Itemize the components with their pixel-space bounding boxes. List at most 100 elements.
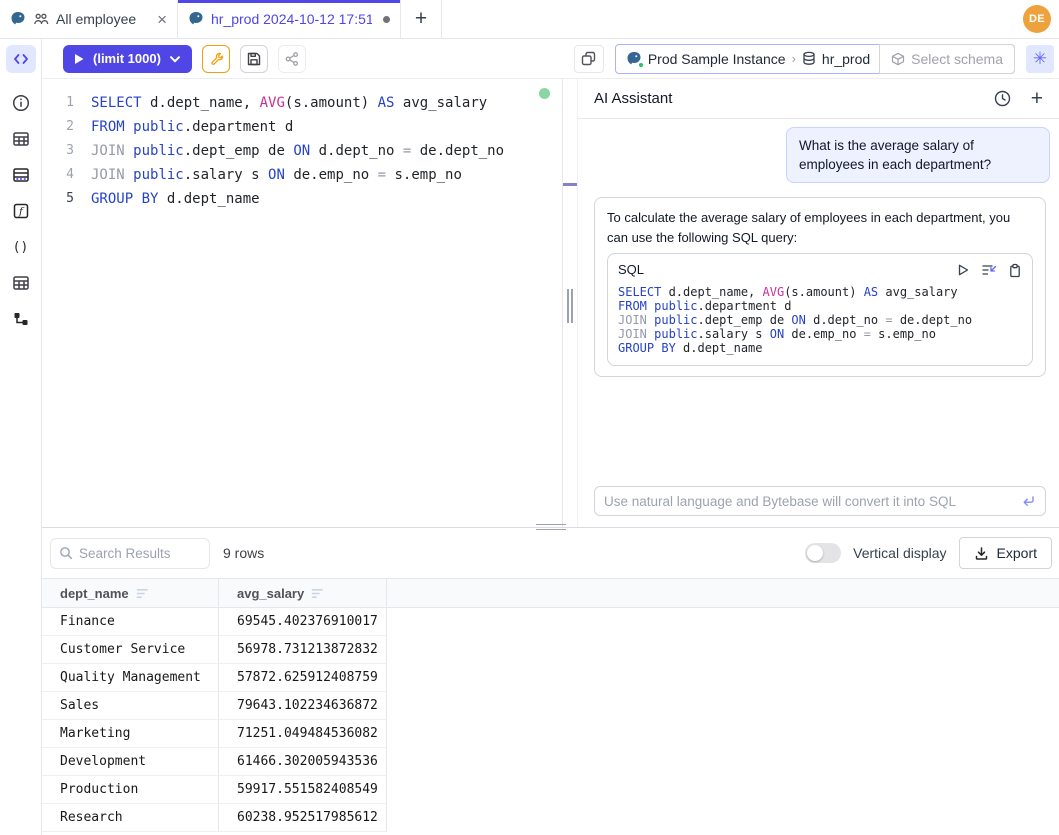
insert-into-editor-icon[interactable] — [981, 263, 997, 277]
breadcrumb-separator: › — [792, 51, 796, 66]
instance-name: Prod Sample Instance — [648, 51, 786, 67]
chevron-down-icon — [169, 53, 181, 65]
sort-icon[interactable] — [311, 588, 324, 599]
table-row[interactable]: Customer Service56978.731213872832 — [42, 636, 1059, 664]
results-toolbar: 9 rows Vertical display Export — [42, 528, 1059, 578]
sidebar-item-diagram[interactable] — [6, 304, 36, 334]
new-tab-button[interactable]: + — [401, 0, 442, 38]
table-row[interactable]: Finance69545.402376910017 — [42, 608, 1059, 636]
table-row[interactable]: Sales79643.102234636872 — [42, 692, 1059, 720]
ai-prompt-bar — [594, 486, 1046, 516]
sidebar-item-procedures[interactable]: () — [6, 232, 36, 262]
sql-code-editor[interactable]: 1SELECT d.dept_name, AVG(s.amount) AS av… — [42, 79, 562, 527]
table-row[interactable]: Research60238.952517985612 — [42, 804, 1059, 832]
assistant-intro-text: To calculate the average salary of emplo… — [607, 208, 1033, 248]
sidebar-item-external-tables[interactable] — [6, 268, 36, 298]
assistant-message-bubble: To calculate the average salary of emplo… — [594, 197, 1046, 377]
cell-dept-name: Finance — [42, 608, 219, 636]
batch-icon — [580, 50, 597, 67]
ai-assistant-header: AI Assistant + — [578, 79, 1059, 119]
run-query-button[interactable]: (limit 1000) — [63, 45, 192, 73]
sidebar-item-tables[interactable] — [6, 124, 36, 154]
search-results-box — [50, 538, 210, 569]
postgres-icon — [188, 11, 204, 27]
postgres-icon — [626, 51, 642, 67]
export-button[interactable]: Export — [959, 537, 1052, 569]
copy-icon[interactable] — [1008, 263, 1022, 278]
results-table-header: dept_name avg_salary — [42, 578, 1059, 608]
search-icon — [59, 546, 73, 560]
unsaved-indicator — [383, 16, 390, 23]
table-icon — [11, 129, 31, 149]
sql-editor-app: All employee × hr_prod 2024-10-12 17:51 … — [0, 0, 1059, 835]
ai-assistant-title: AI Assistant — [594, 90, 974, 107]
vertical-splitter[interactable] — [562, 79, 578, 527]
cell-avg-salary: 71251.049484536082 — [219, 720, 387, 748]
ai-assistant-toggle-button[interactable]: ✳ — [1026, 45, 1054, 73]
postgres-icon — [10, 11, 26, 27]
connection-breadcrumb[interactable]: Prod Sample Instance › hr_prod Select — [615, 44, 1015, 74]
tab-all-employee[interactable]: All employee × — [0, 0, 178, 38]
history-clock-icon[interactable] — [994, 90, 1011, 107]
code-block-language-label: SQL — [618, 260, 644, 280]
table-row[interactable]: Quality Management57872.625912408759 — [42, 664, 1059, 692]
column-header-dept-name[interactable]: dept_name — [42, 579, 219, 607]
play-icon — [74, 53, 85, 65]
avatar[interactable]: DE — [1023, 5, 1051, 33]
parentheses-icon: () — [13, 240, 29, 255]
sql-code-lines: 1SELECT d.dept_name, AVG(s.amount) AS av… — [42, 91, 562, 211]
sort-icon[interactable] — [136, 588, 149, 599]
cell-avg-salary: 79643.102234636872 — [219, 692, 387, 720]
tab-label: hr_prod 2024-10-12 17:51 — [211, 11, 372, 27]
code-icon — [12, 50, 30, 68]
cell-avg-salary: 56978.731213872832 — [219, 636, 387, 664]
cell-avg-salary: 60238.952517985612 — [219, 804, 387, 832]
save-icon — [246, 51, 262, 67]
save-sheet-button[interactable] — [240, 45, 268, 73]
select-schema-button[interactable]: Select schema — [879, 44, 1015, 74]
tab-hr-prod[interactable]: hr_prod 2024-10-12 17:51 — [178, 0, 401, 38]
status-dot — [638, 62, 644, 68]
return-icon[interactable] — [1020, 493, 1036, 509]
search-results-input[interactable] — [79, 546, 201, 561]
table-row[interactable]: Development61466.302005943536 — [42, 748, 1059, 776]
batch-query-button[interactable] — [574, 45, 604, 73]
cell-avg-salary: 69545.402376910017 — [219, 608, 387, 636]
column-label: dept_name — [60, 586, 129, 601]
horizontal-splitter-handle[interactable] — [536, 524, 566, 530]
sidebar-item-schema-diagram[interactable] — [6, 160, 36, 190]
new-chat-button[interactable]: + — [1031, 88, 1043, 109]
tab-label: All employee — [56, 11, 136, 27]
sidebar-item-sql-editor[interactable] — [6, 45, 36, 73]
run-code-icon[interactable] — [956, 263, 970, 277]
database-name: hr_prod — [822, 51, 870, 67]
ai-assistant-panel: AI Assistant + What is the average salar… — [578, 79, 1059, 527]
cell-avg-salary: 57872.625912408759 — [219, 664, 387, 692]
sidebar: f () — [0, 39, 42, 835]
assistant-sql-code: SELECT d.dept_name, AVG(s.amount) AS avg… — [618, 285, 1022, 355]
row-count-label: 9 rows — [223, 545, 264, 561]
vertical-display-toggle[interactable] — [805, 543, 841, 563]
cell-dept-name: Research — [42, 804, 219, 832]
connection-main[interactable]: Prod Sample Instance › hr_prod — [616, 45, 880, 73]
close-icon[interactable]: × — [157, 11, 167, 28]
user-message-bubble: What is the average salary of employees … — [786, 127, 1050, 183]
share-button[interactable] — [278, 45, 306, 73]
editor-toolbar: (limit 1000) — [42, 39, 1059, 79]
schema-table-icon — [11, 165, 31, 185]
column-header-avg-salary[interactable]: avg_salary — [219, 579, 387, 607]
format-sql-button[interactable] — [202, 45, 230, 73]
ai-prompt-input[interactable] — [604, 494, 1014, 509]
cell-dept-name: Marketing — [42, 720, 219, 748]
splitter-drag-handle[interactable] — [567, 289, 573, 323]
cell-avg-salary: 61466.302005943536 — [219, 748, 387, 776]
info-icon — [11, 93, 31, 113]
tab-bar: All employee × hr_prod 2024-10-12 17:51 … — [0, 0, 1059, 39]
sidebar-item-info[interactable] — [6, 88, 36, 118]
table-row[interactable]: Marketing71251.049484536082 — [42, 720, 1059, 748]
table-row[interactable]: Production59917.551582408549 — [42, 776, 1059, 804]
export-label: Export — [997, 545, 1037, 561]
tab-bar-spacer: DE — [442, 0, 1059, 38]
run-limit-label: (limit 1000) — [93, 51, 161, 66]
sidebar-item-functions[interactable]: f — [6, 196, 36, 226]
